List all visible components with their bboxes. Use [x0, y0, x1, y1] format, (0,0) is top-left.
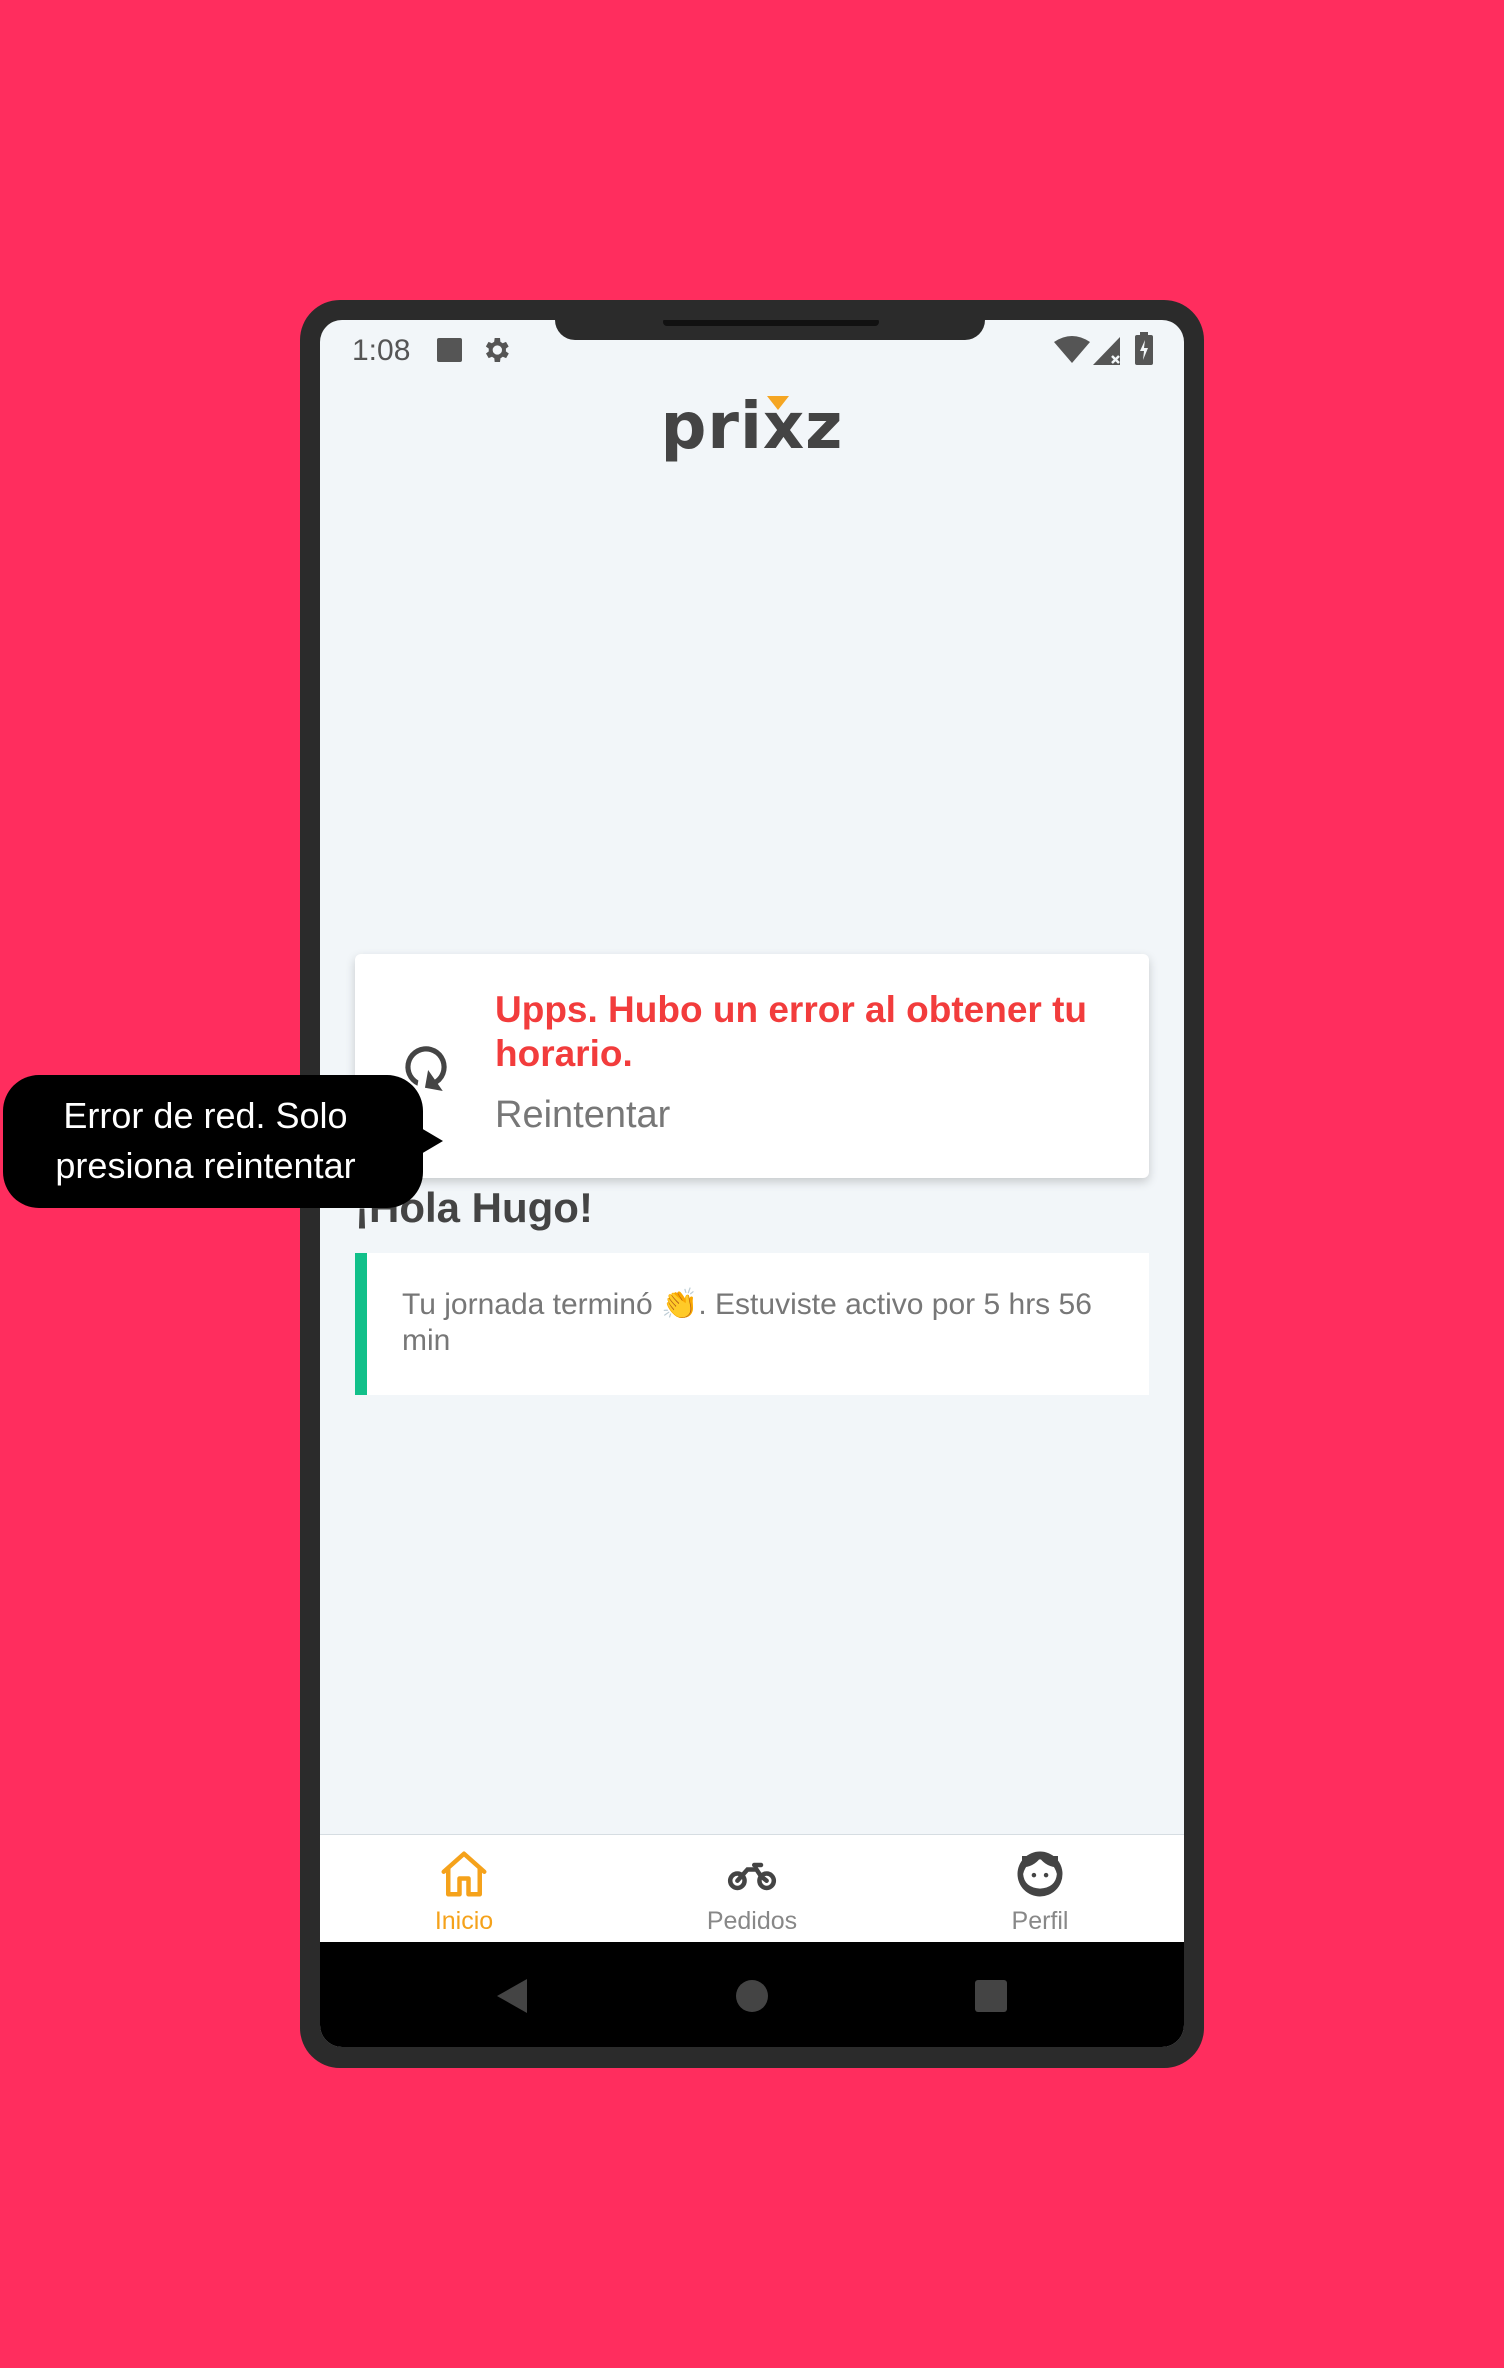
- cellular-signal-icon: [1093, 337, 1120, 365]
- tab-perfil[interactable]: Perfil: [950, 1835, 1130, 1943]
- notification-square-icon: [437, 338, 462, 362]
- recents-square-icon[interactable]: [974, 1979, 1008, 2013]
- network-error-tooltip: Error de red. Solo presiona reintentar: [3, 1075, 443, 1208]
- tab-label-inicio: Inicio: [434, 1907, 494, 1935]
- wifi-icon: [1054, 336, 1090, 363]
- tooltip-text: Error de red. Solo presiona reintentar: [55, 1095, 356, 1186]
- settings-gear-icon: [485, 338, 509, 362]
- home-icon: [441, 1851, 487, 1897]
- tab-pedidos[interactable]: Pedidos: [662, 1835, 842, 1943]
- tab-inicio[interactable]: Inicio: [374, 1835, 554, 1943]
- shift-summary-card: Tu jornada terminó 👏. Estuviste activo p…: [355, 1253, 1149, 1395]
- phone-frame: 1:08 prixz ¡Hola Hugo! Upps. Hubo un err…: [300, 300, 1204, 2068]
- info-accent-bar: [355, 1253, 367, 1395]
- shift-summary-text: Tu jornada terminó 👏. Estuviste activo p…: [402, 1288, 1092, 1357]
- battery-charging-icon: [1135, 332, 1153, 365]
- tooltip-pointer: [421, 1128, 443, 1154]
- logo-text: prixz: [660, 390, 844, 464]
- speaker-bar: [663, 320, 879, 326]
- bottom-tab-bar: Inicio Pedidos Perfil: [320, 1834, 1184, 1943]
- error-message: Upps. Hubo un error al obtener tu horari…: [495, 989, 1088, 1074]
- schedule-error-card: Upps. Hubo un error al obtener tu horari…: [355, 954, 1149, 1178]
- logo-accent-mark: [766, 396, 789, 410]
- motorcycle-icon: [727, 1862, 777, 1891]
- system-navigation-bar: [320, 1942, 1184, 2047]
- back-icon[interactable]: [495, 1978, 529, 2014]
- profile-face-icon: [1017, 1851, 1063, 1897]
- app-header: prixz: [320, 392, 1184, 462]
- prixz-logo: prixz: [661, 392, 844, 462]
- status-time: 1:08: [352, 334, 411, 367]
- tab-label-perfil: Perfil: [1011, 1907, 1069, 1935]
- home-circle-icon[interactable]: [735, 1979, 769, 2013]
- tab-label-pedidos: Pedidos: [706, 1907, 798, 1935]
- camera-notch: [555, 320, 985, 340]
- retry-button[interactable]: Reintentar: [495, 1094, 670, 1137]
- app-screen: 1:08 prixz ¡Hola Hugo! Upps. Hubo un err…: [320, 320, 1184, 2047]
